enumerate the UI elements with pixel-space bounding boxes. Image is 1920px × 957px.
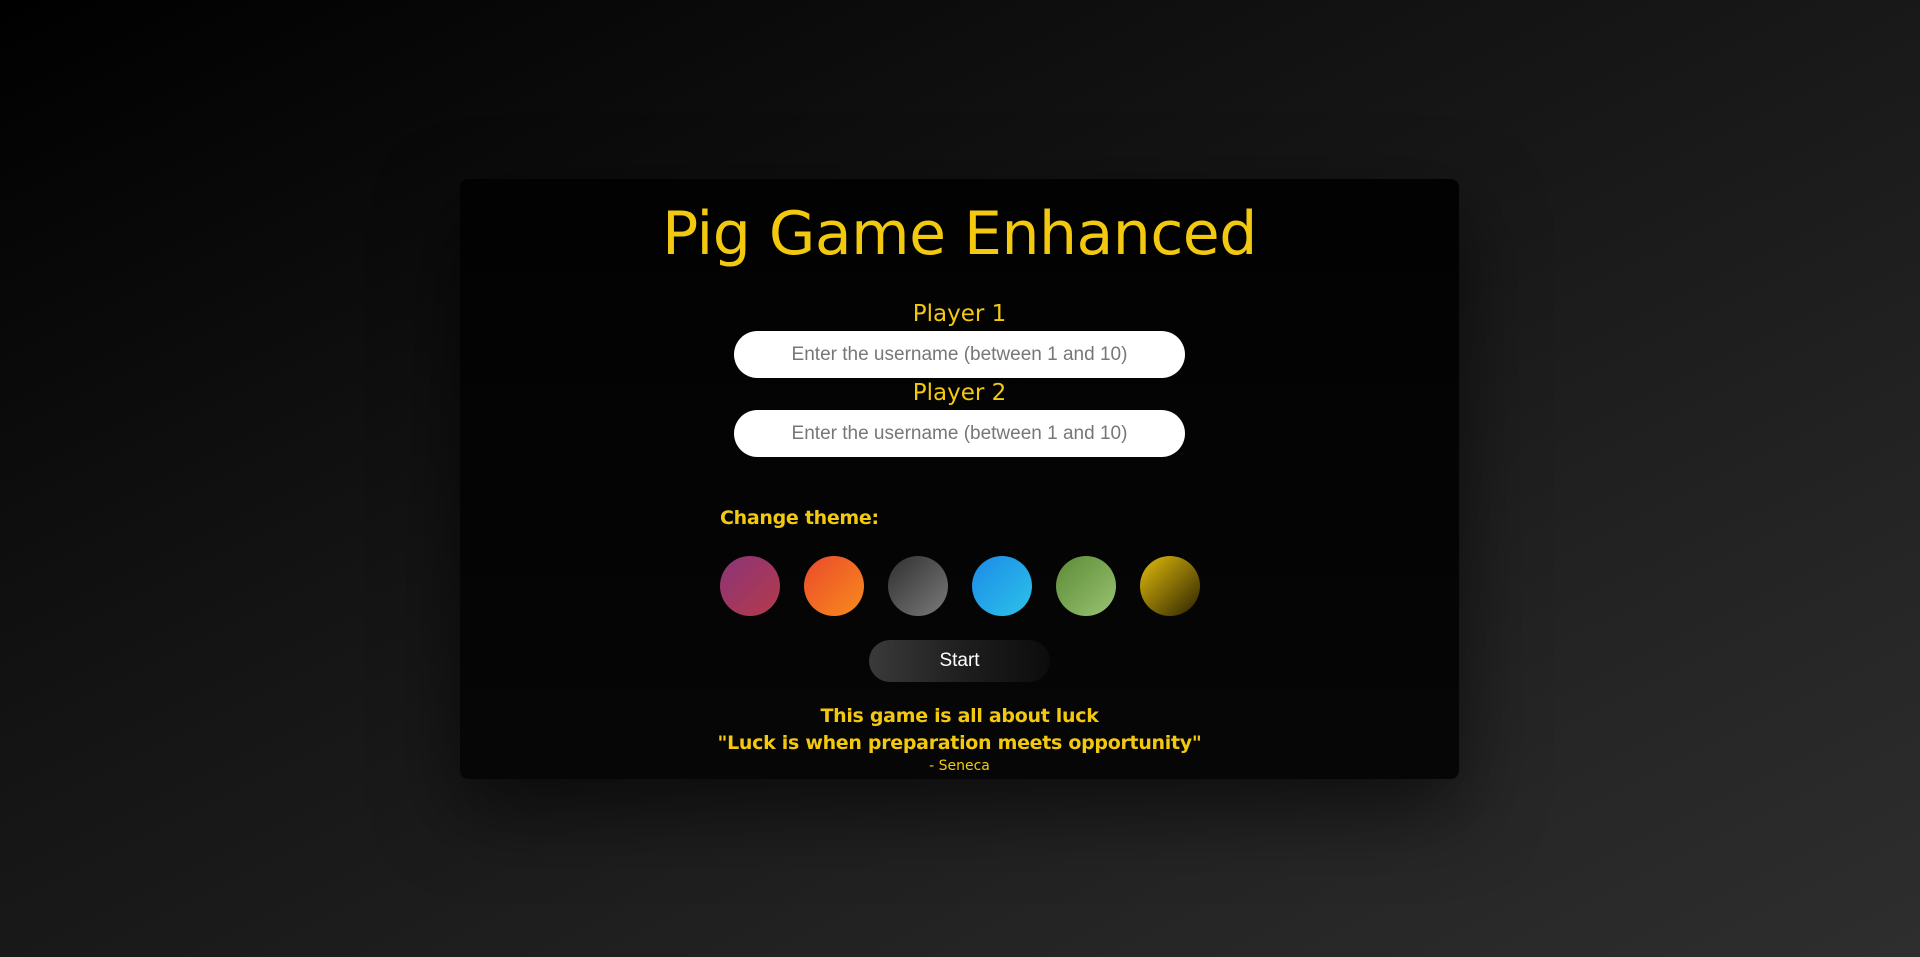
player-2-label: Player 2 <box>912 380 1007 406</box>
theme-swatch-green[interactable] <box>1056 556 1116 616</box>
theme-swatch-gold[interactable] <box>1140 556 1200 616</box>
start-button[interactable]: Start <box>869 640 1050 682</box>
tagline: This game is all about luck <box>820 705 1099 727</box>
page-title: Pig Game Enhanced <box>662 199 1257 269</box>
quote-text: "Luck is when preparation meets opportun… <box>717 732 1202 754</box>
player-1-username-input[interactable] <box>734 331 1185 378</box>
change-theme-label: Change theme: <box>720 507 879 529</box>
theme-swatch-blue[interactable] <box>972 556 1032 616</box>
player-1-label: Player 1 <box>912 301 1007 327</box>
quote-author: - Seneca <box>929 758 990 774</box>
setup-card: Pig Game Enhanced Player 1 Player 2 Chan… <box>460 179 1459 779</box>
theme-swatch-purple-red[interactable] <box>720 556 780 616</box>
player-2-username-input[interactable] <box>734 410 1185 457</box>
theme-swatch-orange[interactable] <box>804 556 864 616</box>
page: { "title": "Pig Game Enhanced", "players… <box>0 0 1920 957</box>
theme-swatch-gray[interactable] <box>888 556 948 616</box>
